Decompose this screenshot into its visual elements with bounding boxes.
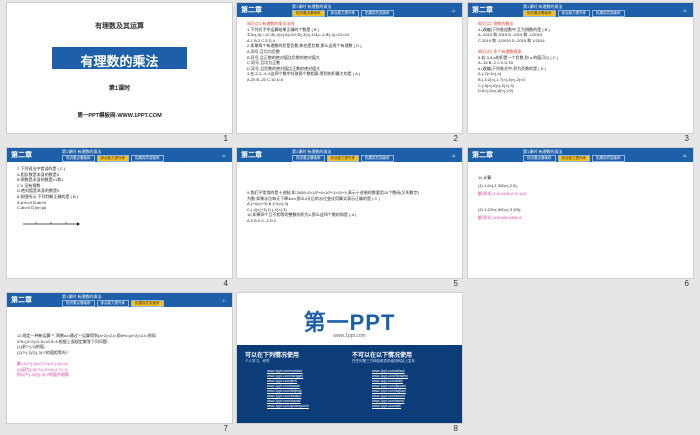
slide-page: -5-	[451, 153, 456, 158]
content-line: 11.计算:	[478, 175, 493, 180]
content-line: C.ab>0 D.|b|<|a|	[17, 205, 47, 211]
chapter-label: 第二章	[11, 152, 32, 159]
slide-content: 知识点2 倒数的概念 4.(改编)下列各组数中,互为倒数的是 ( B ) A.-20…	[478, 21, 683, 94]
slide-thumbnail-4[interactable]: 第二章 第1课时 有理数的乘法 知识要点基础练 综合能力提升练 拓展探究突破练 …	[7, 148, 232, 278]
resource-link[interactable]: www.1ppt.com/powerpoint/	[267, 404, 309, 409]
chapter-label: 第二章	[241, 152, 262, 159]
content-line: A.0 B.4 C.-2 D.2	[247, 217, 277, 223]
section-tabs: 知识要点基础练 综合能力提升练 拓展探究突破练	[62, 155, 164, 162]
brand-url: www.1ppt.com	[333, 333, 366, 339]
section-tabs: 知识要点基础练 综合能力提升练 拓展探究突破练	[523, 155, 625, 162]
tab-explore: 拓展探究突破练	[592, 10, 625, 17]
slide-page: -4-	[221, 153, 226, 158]
tab-basic: 知识要点基础练	[62, 155, 95, 162]
slide-number-4: 4	[223, 279, 228, 288]
content-line: (1) 1.6×(-1 3/8)×(-2.5);	[478, 183, 518, 188]
slide-header: 第二章 第1课时 有理数的乘法 知识要点基础练 综合能力提升练 拓展探究突破练 …	[468, 3, 693, 17]
slide-number-2: 2	[453, 134, 458, 143]
content-line: (2) 1 2/3×(-5/6)×(-3 3/5);	[478, 207, 522, 212]
slide-page: -6-	[682, 153, 687, 158]
slide-header: 第二章 第1课时 有理数的乘法 知识要点基础练 综合能力提升练 拓展探究突破练 …	[237, 148, 462, 162]
tab-improve: 综合能力提升练	[96, 300, 129, 307]
slide-thumbnail-5[interactable]: 第二章 第1课时 有理数的乘法 知识要点基础练 综合能力提升练 拓展探究突破练 …	[237, 148, 462, 278]
cannot-use-desc: 在任何第三方网站和发布者的网站上发布	[352, 359, 415, 363]
content-line: D.6×(-3)×(-8)×(-1/2)	[478, 88, 514, 94]
can-use-desc: 个人学习、研究	[245, 359, 270, 363]
tab-basic: 知识要点基础练	[62, 300, 95, 307]
license-panel: 可以在下列情况使用 不可以在以下情况使用 个人学习、研究 在任何第三方网站和发布…	[237, 345, 462, 423]
slide-page: -3-	[682, 8, 687, 13]
slide-number-8: 8	[453, 424, 458, 433]
slide1-subtitle: 第1课时	[108, 86, 131, 92]
chapter-label: 第二章	[241, 7, 262, 14]
number-line-figure	[23, 222, 80, 226]
slide-thumbnail-2[interactable]: 第二章 第1课时 有理数的乘法 知识要点基础练 综合能力提升练 拓展探究突破练 …	[237, 3, 462, 133]
slide-content: 7.下列说法中错误的是 ( C ) A.相反数是本身的数是0 B.倒数是本身的数是±…	[17, 166, 222, 211]
section-tabs: 知识要点基础练 综合能力提升练 拓展探究突破练	[62, 300, 164, 307]
chapter-label: 第二章	[472, 152, 493, 159]
tab-basic: 知识要点基础练	[523, 10, 556, 17]
slide-page: -7-	[221, 298, 226, 303]
content-line	[478, 198, 683, 206]
slide-number-5: 5	[453, 279, 458, 288]
slide1-footer: 第一PPT模板网-WWW.1PPT.COM	[77, 113, 162, 119]
slide1-topic: 有理数及其运算	[95, 23, 144, 30]
slide1-title: 有理数的乘法	[80, 54, 159, 69]
links-right: www.1ppt.com/ziliao/www.1ppt.com/fanwen/…	[372, 369, 408, 409]
tab-basic: 知识要点基础练	[292, 155, 325, 162]
slide-number-7: 7	[223, 424, 228, 433]
slide-header: 第二章 第1课时 有理数的乘法 知识要点基础练 综合能力提升练 拓展探究突破练 …	[7, 148, 232, 162]
chapter-label: 第二章	[472, 7, 493, 14]
tab-explore: 拓展探究突破练	[361, 155, 394, 162]
tab-explore: 拓展探究突破练	[592, 155, 625, 162]
slide-header: 第二章 第1课时 有理数的乘法 知识要点基础练 综合能力提升练 拓展探究突破练 …	[7, 293, 232, 307]
slide-content: 12.规定一种新运算"*",两数a,b通过"*"运算得到(a+2)×2-b,即a…	[17, 333, 222, 378]
content-line: 解:原式=1.6×11/8×2.5=11/2	[478, 191, 527, 196]
slide-thumbnail-6[interactable]: 第二章 第1课时 有理数的乘法 知识要点基础练 综合能力提升练 拓展探究突破练 …	[468, 148, 693, 278]
slide-number-1: 1	[223, 134, 228, 143]
slide-thumbnail-7[interactable]: 第二章 第1课时 有理数的乘法 知识要点基础练 综合能力提升练 拓展探究突破练 …	[7, 293, 232, 423]
slide-thumbnail-1[interactable]: 有理数及其运算 有理数的乘法 第1课时 第一PPT模板网-WWW.1PPT.CO…	[7, 3, 232, 133]
slide-header: 第二章 第1课时 有理数的乘法 知识要点基础练 综合能力提升练 拓展探究突破练 …	[237, 3, 462, 17]
slide-number-3: 3	[684, 134, 689, 143]
tab-explore: 拓展探究突破练	[361, 10, 394, 17]
tab-explore: 拓展探究突破练	[131, 155, 164, 162]
slide-page: -2-	[451, 8, 456, 13]
section-tabs: 知识要点基础练 综合能力提升练 拓展探究突破练	[523, 10, 625, 17]
content-line: A.20 B.-20 C.10 D.8	[247, 76, 283, 82]
slide-header: 第二章 第1课时 有理数的乘法 知识要点基础练 综合能力提升练 拓展探究突破练 …	[468, 148, 693, 162]
chapter-label: 第二章	[11, 297, 32, 304]
content-line: 所以7*(-3)与(-3)*7的值不相等.	[17, 372, 71, 378]
tab-improve: 综合能力提升练	[326, 155, 359, 162]
cannot-use-title: 不可以在以下情况使用	[352, 353, 413, 359]
tab-improve: 综合能力提升练	[557, 10, 590, 17]
slide-number-6: 6	[684, 279, 689, 288]
section-tabs: 知识要点基础练 综合能力提升练 拓展探究突破练	[292, 155, 394, 162]
content-line: 解:原式=5/3×5/6×18/5=5	[478, 215, 522, 220]
section-tabs: 知识要点基础练 综合能力提升练 拓展探究突破练	[292, 10, 394, 17]
resource-link[interactable]: www.1ppt.com/ziti/	[372, 404, 408, 409]
slide-thumbnail-8[interactable]: 第一PPT www.1ppt.com 可以在下列情况使用 不可以在以下情况使用 …	[237, 293, 462, 423]
slide-thumbnail-3[interactable]: 第二章 第1课时 有理数的乘法 知识要点基础练 综合能力提升练 拓展探究突破练 …	[468, 3, 693, 133]
tab-improve: 综合能力提升练	[96, 155, 129, 162]
slide-content: 11.计算: (1) 1.6×(-1 3/8)×(-2.5); 解:原式=1.6×1…	[478, 174, 683, 222]
tab-improve: 综合能力提升练	[557, 155, 590, 162]
slide-content: 9.我们平常用的是十进制,如 2639=2×10³+6×10²+3×10+9,表…	[247, 190, 452, 224]
tab-improve: 综合能力提升练	[326, 10, 359, 17]
tab-basic: 知识要点基础练	[292, 10, 325, 17]
links-left: www.1ppt.com/moban/www.1ppt.com/hangye/w…	[267, 369, 309, 409]
slide-content: 知识点1 有理数的乘法法则 1.下列式子中运算结果正确的个数是 ( B ) ①3×(…	[247, 21, 452, 83]
tab-basic: 知识要点基础练	[523, 155, 556, 162]
tab-explore: 拓展探究突破练	[131, 300, 164, 307]
can-use-title: 可以在下列情况使用	[245, 353, 300, 359]
